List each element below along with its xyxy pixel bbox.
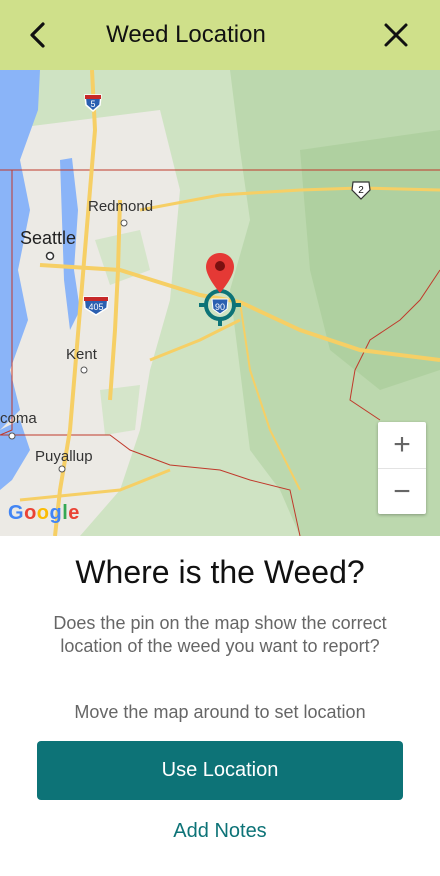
svg-text:90: 90: [215, 302, 225, 312]
add-notes-button[interactable]: Add Notes: [0, 820, 440, 843]
use-location-button[interactable]: Use Location: [37, 741, 403, 800]
zoom-in-button[interactable]: +: [378, 422, 426, 468]
zoom-control: + −: [378, 422, 426, 514]
map-view[interactable]: 5 405 2 Redmond Seattle Kent coma Puyall…: [0, 70, 440, 536]
question-heading: Where is the Weed?: [75, 554, 365, 590]
close-icon: [384, 23, 408, 47]
app-header: Weed Location: [0, 0, 440, 70]
description-text: Does the pin on the map show the correct…: [53, 613, 387, 656]
close-button[interactable]: [378, 17, 414, 53]
hint-text: Move the map around to set location: [74, 702, 366, 722]
zoom-out-button[interactable]: −: [378, 468, 426, 514]
page-title: Weed Location: [106, 21, 266, 48]
location-pin-icon[interactable]: [205, 252, 235, 294]
google-logo: Google: [8, 502, 80, 524]
